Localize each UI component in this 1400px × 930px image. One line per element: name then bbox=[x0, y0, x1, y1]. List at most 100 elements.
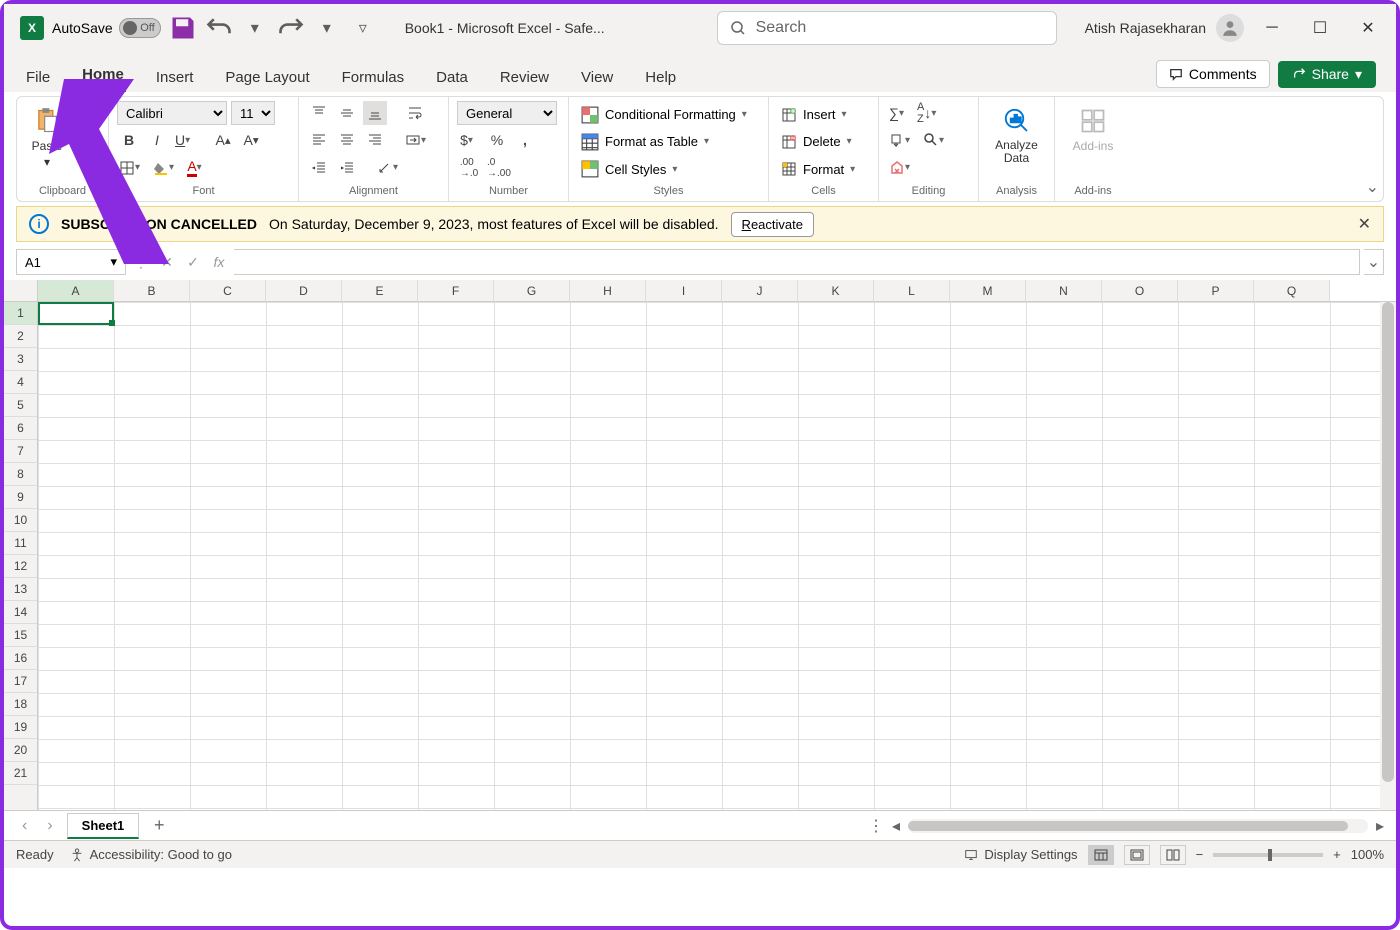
horizontal-scrollbar[interactable] bbox=[908, 819, 1368, 833]
row-header[interactable]: 4 bbox=[4, 371, 37, 394]
conditional-formatting-button[interactable]: Conditional Formatting▾ bbox=[577, 104, 760, 126]
align-left-button[interactable] bbox=[307, 128, 331, 152]
format-painter-button[interactable] bbox=[73, 153, 103, 177]
row-header[interactable]: 11 bbox=[4, 532, 37, 555]
format-cells-button[interactable]: Format▾ bbox=[777, 159, 870, 179]
col-header[interactable]: D bbox=[266, 280, 342, 301]
row-header[interactable]: 15 bbox=[4, 624, 37, 647]
zoom-level[interactable]: 100% bbox=[1351, 847, 1384, 862]
col-header[interactable]: A bbox=[38, 280, 114, 301]
col-header[interactable]: Q bbox=[1254, 280, 1330, 301]
chevron-down-icon[interactable]: ▾ bbox=[313, 14, 341, 42]
tab-review[interactable]: Review bbox=[498, 63, 551, 92]
cell-styles-button[interactable]: Cell Styles▾ bbox=[577, 158, 760, 180]
tab-help[interactable]: Help bbox=[643, 63, 678, 92]
cut-button[interactable] bbox=[73, 101, 103, 125]
increase-decimal-button[interactable]: .00→.0 bbox=[457, 156, 481, 180]
active-cell[interactable] bbox=[38, 302, 114, 325]
comments-button[interactable]: Comments bbox=[1156, 60, 1270, 88]
hscroll-left-icon[interactable]: ◂ bbox=[892, 816, 900, 836]
row-header[interactable]: 14 bbox=[4, 601, 37, 624]
undo-button[interactable] bbox=[205, 14, 233, 42]
col-header[interactable]: H bbox=[570, 280, 646, 301]
increase-font-button[interactable]: A▴ bbox=[211, 128, 235, 152]
cancel-formula-icon[interactable]: ✕ bbox=[156, 251, 178, 273]
align-center-button[interactable] bbox=[335, 128, 359, 152]
display-settings-button[interactable]: Display Settings bbox=[964, 847, 1077, 862]
col-header[interactable]: C bbox=[190, 280, 266, 301]
sheet-next-button[interactable]: › bbox=[41, 817, 58, 835]
row-header[interactable]: 3 bbox=[4, 348, 37, 371]
sheet-prev-button[interactable]: ‹ bbox=[16, 817, 33, 835]
comma-button[interactable]: , bbox=[513, 128, 537, 152]
tab-view[interactable]: View bbox=[579, 63, 615, 92]
paste-button[interactable]: Paste ▾ bbox=[25, 101, 69, 173]
collapse-ribbon-button[interactable]: ⌄ bbox=[1366, 177, 1379, 197]
wrap-text-button[interactable] bbox=[403, 101, 427, 125]
currency-button[interactable]: $▾ bbox=[457, 128, 481, 152]
align-right-button[interactable] bbox=[363, 128, 387, 152]
save-icon[interactable] bbox=[169, 14, 197, 42]
formula-menu-icon[interactable]: ⋮ bbox=[130, 251, 152, 273]
col-header[interactable]: M bbox=[950, 280, 1026, 301]
user-account[interactable]: Atish Rajasekharan bbox=[1085, 14, 1244, 42]
scrollbar-thumb[interactable] bbox=[908, 821, 1348, 831]
bold-button[interactable]: B bbox=[117, 128, 141, 152]
row-header[interactable]: 20 bbox=[4, 739, 37, 762]
analyze-data-button[interactable]: Analyze Data bbox=[987, 101, 1046, 183]
fill-button[interactable]: ▾ bbox=[887, 128, 917, 152]
accessibility-status[interactable]: Accessibility: Good to go bbox=[70, 847, 232, 862]
row-header[interactable]: 8 bbox=[4, 463, 37, 486]
increase-indent-button[interactable] bbox=[335, 156, 359, 180]
row-header[interactable]: 7 bbox=[4, 440, 37, 463]
row-header[interactable]: 21 bbox=[4, 762, 37, 785]
search-input[interactable]: Search bbox=[717, 11, 1057, 45]
row-header[interactable]: 17 bbox=[4, 670, 37, 693]
col-header[interactable]: N bbox=[1026, 280, 1102, 301]
percent-button[interactable]: % bbox=[485, 128, 509, 152]
cells-area[interactable] bbox=[38, 302, 1396, 810]
insert-cells-button[interactable]: Insert▾ bbox=[777, 105, 870, 125]
merge-button[interactable]: ▾ bbox=[403, 128, 433, 152]
underline-button[interactable]: U▾ bbox=[173, 128, 197, 152]
qat-customize-icon[interactable]: ▿ bbox=[349, 14, 377, 42]
col-header[interactable]: G bbox=[494, 280, 570, 301]
tab-home[interactable]: Home bbox=[80, 60, 126, 92]
formula-input[interactable] bbox=[234, 249, 1360, 275]
row-header[interactable]: 13 bbox=[4, 578, 37, 601]
font-color-button[interactable]: A▾ bbox=[185, 156, 209, 180]
col-header[interactable]: E bbox=[342, 280, 418, 301]
row-header[interactable]: 10 bbox=[4, 509, 37, 532]
fill-color-button[interactable]: ▾ bbox=[151, 156, 181, 180]
reactivate-button[interactable]: Reactivate bbox=[731, 212, 814, 237]
scrollbar-thumb[interactable] bbox=[1382, 302, 1394, 782]
align-middle-button[interactable] bbox=[335, 101, 359, 125]
clear-button[interactable]: ▾ bbox=[887, 156, 917, 180]
col-header[interactable]: O bbox=[1102, 280, 1178, 301]
tab-formulas[interactable]: Formulas bbox=[340, 63, 407, 92]
row-header[interactable]: 12 bbox=[4, 555, 37, 578]
row-header[interactable]: 5 bbox=[4, 394, 37, 417]
add-sheet-button[interactable]: + bbox=[147, 814, 171, 838]
autosave-toggle[interactable]: Off bbox=[119, 18, 161, 38]
col-header[interactable]: F bbox=[418, 280, 494, 301]
decrease-decimal-button[interactable]: .0→.00 bbox=[485, 156, 513, 180]
align-top-button[interactable] bbox=[307, 101, 331, 125]
decrease-font-button[interactable]: A▾ bbox=[239, 128, 263, 152]
tab-insert[interactable]: Insert bbox=[154, 63, 196, 92]
copy-button[interactable]: ▾ bbox=[73, 127, 103, 151]
share-button[interactable]: Share ▾ bbox=[1278, 61, 1376, 88]
autosave-control[interactable]: AutoSave Off bbox=[52, 18, 161, 38]
delete-cells-button[interactable]: Delete▾ bbox=[777, 132, 870, 152]
decrease-indent-button[interactable] bbox=[307, 156, 331, 180]
tab-page-layout[interactable]: Page Layout bbox=[223, 63, 311, 92]
italic-button[interactable]: I bbox=[145, 128, 169, 152]
expand-formula-bar-icon[interactable]: ⌄ bbox=[1364, 249, 1384, 275]
sort-filter-button[interactable]: AZ↓▾ bbox=[915, 101, 943, 125]
close-warning-button[interactable]: ✕ bbox=[1358, 214, 1371, 234]
font-size-select[interactable]: 11 bbox=[231, 101, 275, 125]
find-select-button[interactable]: ▾ bbox=[921, 128, 951, 152]
align-bottom-button[interactable] bbox=[363, 101, 387, 125]
vertical-scrollbar[interactable] bbox=[1380, 302, 1396, 810]
borders-button[interactable]: ▾ bbox=[117, 156, 147, 180]
